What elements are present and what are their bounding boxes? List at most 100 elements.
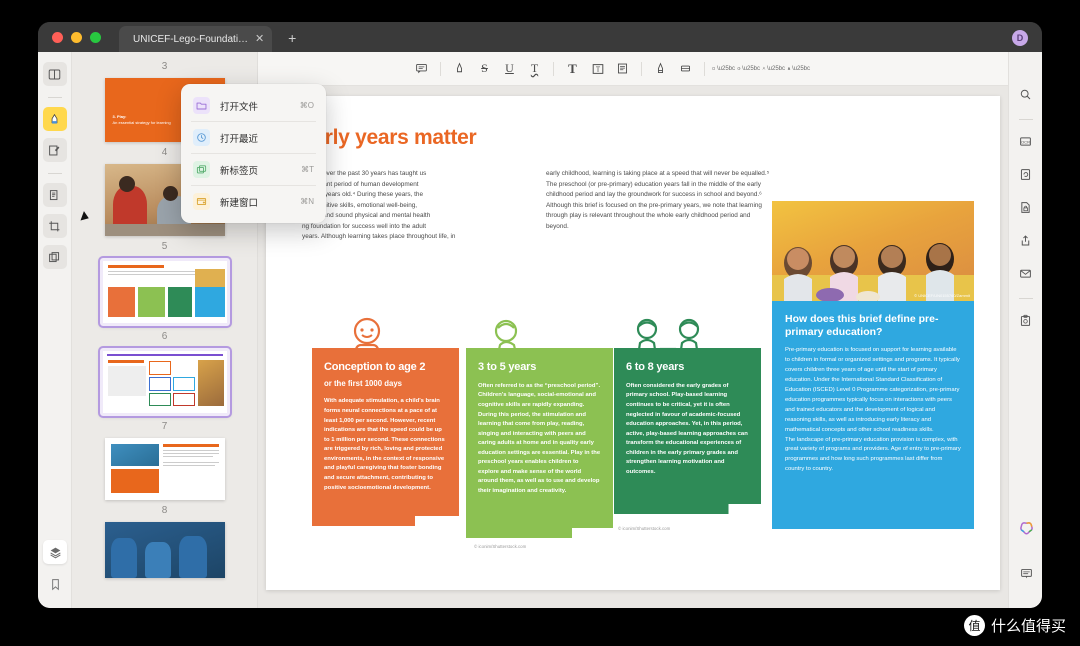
card-notch — [466, 528, 613, 538]
search-icon[interactable] — [1014, 82, 1038, 106]
sticky-note-icon[interactable] — [611, 58, 634, 80]
info-card-3to5: 3 to 5 years Often referred to as the “p… — [466, 348, 613, 538]
right-tool-rail: OCR — [1008, 52, 1042, 608]
text-box-icon[interactable]: T — [586, 58, 609, 80]
ink-color-icon[interactable]: \u25bc — [737, 58, 760, 80]
page-title: early years matter — [302, 126, 477, 149]
chevron-down-icon[interactable]: \u25bc — [742, 66, 760, 72]
thumbnail-page-8[interactable] — [104, 522, 225, 578]
chevron-down-icon[interactable]: \u25bc — [717, 66, 735, 72]
strikethrough-icon[interactable]: S — [473, 58, 496, 80]
chevron-down-icon[interactable]: \u25bc — [767, 66, 785, 72]
photo-children — [772, 229, 974, 301]
ocr-icon[interactable]: OCR — [1014, 129, 1038, 153]
menu-item-open-file[interactable]: 打开文件 ⌘O — [181, 90, 326, 121]
thumbnail-page-number: 8 — [161, 505, 168, 516]
mail-icon[interactable] — [1014, 261, 1038, 285]
minimize-window-button[interactable] — [71, 31, 82, 43]
children-photo: © UNICEF/UN0155760/Zammit — [772, 201, 974, 301]
document-canvas[interactable]: early years matter search over the past … — [258, 86, 1008, 608]
comment-panel-icon[interactable] — [1014, 561, 1038, 585]
thumbnail-page-5[interactable] — [97, 256, 232, 328]
thumbnail-page-number: 6 — [161, 331, 168, 342]
thumbnail-page-6[interactable] — [97, 346, 232, 418]
chevron-down-icon[interactable]: \u25bc — [792, 66, 810, 72]
menu-item-shortcut: ⌘N — [300, 197, 314, 206]
toolbar-divider-2 — [553, 61, 554, 76]
right-rail-divider-2 — [1018, 298, 1033, 299]
watermark-text: 什么值得买 — [990, 617, 1066, 635]
toolbar-divider — [440, 61, 441, 76]
eraser-icon[interactable] — [674, 58, 697, 80]
document-page-5: early years matter search over the past … — [266, 96, 1000, 590]
new-window-icon — [193, 193, 210, 210]
share-export-icon[interactable] — [1014, 228, 1038, 252]
window-controls[interactable] — [52, 31, 101, 43]
app-body: 3 3. Play: An essential strategy for lea… — [38, 52, 1042, 608]
card-credit-3to5: © iconim/Shutterstock.com — [474, 544, 527, 549]
convert-icon[interactable] — [1014, 162, 1038, 186]
squiggly-underline-icon[interactable]: T — [523, 58, 546, 80]
photo-credit: © UNICEF/UN0155760/Zammit — [914, 293, 970, 298]
thumb3-title: 3. Play: — [112, 114, 127, 119]
toolbar-divider-3 — [641, 61, 642, 76]
ai-assistant-icon[interactable] — [1014, 516, 1038, 540]
body-column-left: search over the past 30 years has taught… — [302, 170, 456, 241]
right-rail-bottom — [1009, 516, 1042, 594]
card-heading: 6 to 8 years — [626, 361, 685, 373]
highlighter-tool-icon[interactable] — [42, 107, 67, 131]
thumb3-subtitle: An essential strategy for learning — [112, 120, 171, 125]
card-heading: 3 to 5 years — [478, 361, 537, 373]
rail-divider-2 — [47, 173, 62, 174]
menu-item-new-window[interactable]: 新建窗口 ⌘N — [181, 186, 326, 217]
maximize-window-button[interactable] — [90, 31, 101, 43]
card-body: With adequate stimulation, a child's bra… — [324, 398, 445, 491]
pages-tool-icon[interactable] — [42, 245, 67, 269]
highlight-icon[interactable] — [448, 58, 471, 80]
protect-lock-icon[interactable] — [1014, 195, 1038, 219]
text-icon[interactable]: T — [561, 58, 584, 80]
tab-title: UNICEF-Lego-Foundation- — [133, 33, 249, 45]
file-dropdown-menu[interactable]: 打开文件 ⌘O 打开最近 新标签页 ⌘T 新建窗口 ⌘N — [181, 84, 326, 223]
pen-icon[interactable] — [649, 58, 672, 80]
crop-tool-icon[interactable] — [42, 214, 67, 238]
new-tab-button[interactable]: + — [282, 28, 302, 48]
info-card-conception: Conception to age 2 or the first 1000 da… — [312, 348, 459, 526]
shape-icon[interactable]: \u25bc — [712, 58, 735, 80]
layers-icon[interactable] — [43, 540, 67, 564]
underline-icon[interactable]: U — [498, 58, 521, 80]
annotation-toolbar: S U T T T \u25bc \u25bc \u25bc \u25bc — [258, 52, 1042, 86]
info-card-6to8: 6 to 8 years Often considered the early … — [614, 348, 761, 514]
blue-panel-heading: How does this brief define pre-primary e… — [785, 313, 939, 339]
card-body: Often referred to as the “preschool peri… — [478, 382, 601, 494]
watermark: 值 什么值得买 — [963, 615, 1066, 636]
document-tab[interactable]: UNICEF-Lego-Foundation- ✕ — [119, 26, 273, 52]
close-window-button[interactable] — [52, 31, 63, 43]
thumbnails-panel-icon[interactable] — [42, 62, 67, 86]
svg-text:T: T — [595, 65, 600, 73]
signature-icon[interactable]: \u25bc — [762, 58, 785, 80]
card-heading: Conception to age 2 — [324, 361, 426, 373]
thumbnail-page-7[interactable] — [104, 438, 225, 500]
avatar[interactable]: D — [1012, 30, 1028, 46]
card-subheading: or the first 1000 days — [324, 378, 403, 388]
comment-icon[interactable] — [410, 58, 433, 80]
edit-tool-icon[interactable] — [42, 138, 67, 162]
stamp-icon[interactable]: \u25bc — [787, 58, 810, 80]
card-notch — [614, 504, 761, 514]
menu-item-open-recent[interactable]: 打开最近 — [181, 122, 326, 153]
clipboard-icon[interactable] — [1014, 308, 1038, 332]
thumbnail-page-number: 7 — [161, 421, 168, 432]
thumbnail-page-number: 3 — [161, 61, 168, 72]
rail-divider — [47, 97, 62, 98]
close-icon[interactable]: ✕ — [255, 33, 264, 45]
toolbar-divider-4 — [704, 61, 705, 76]
menu-item-shortcut: ⌘T — [301, 165, 314, 174]
bookmark-icon[interactable] — [43, 572, 67, 596]
blue-panel-body: Pre-primary education is focused on supp… — [785, 347, 961, 473]
menu-item-new-tab[interactable]: 新标签页 ⌘T — [181, 154, 326, 185]
new-tab-icon — [193, 161, 210, 178]
app-window: UNICEF-Lego-Foundation- ✕ + D 3 3. Play:… — [38, 22, 1042, 608]
body-column-right: early childhood, learning is taking plac… — [546, 170, 770, 230]
copy-tool-icon[interactable] — [42, 183, 67, 207]
